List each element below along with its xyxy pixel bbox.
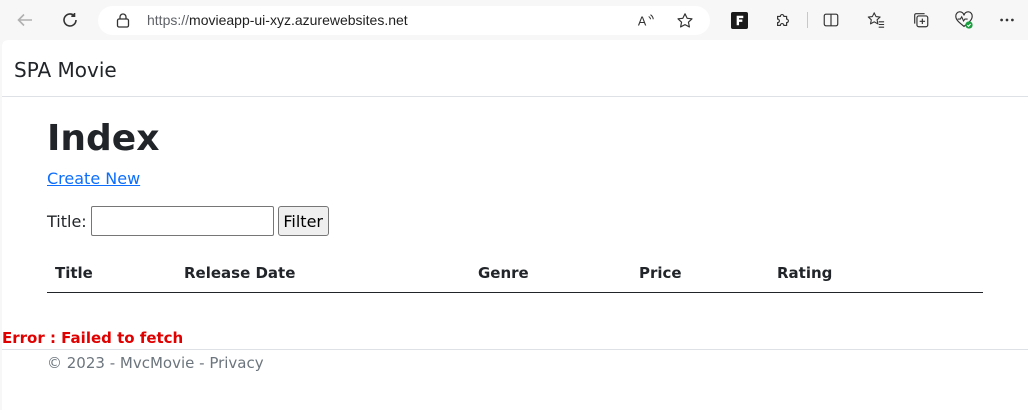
title-filter-label: Title:: [47, 211, 87, 231]
split-screen-icon[interactable]: [820, 9, 842, 31]
refresh-icon: [63, 13, 77, 27]
privacy-link[interactable]: Privacy: [209, 354, 263, 372]
column-header-genre: Genre: [478, 264, 529, 282]
page-viewport: SPA Movie Index Create New Title: Filter…: [2, 40, 1028, 410]
url-text[interactable]: https://movieapp-ui-xyz.azurewebsites.ne…: [147, 12, 408, 28]
collections-icon[interactable]: [910, 9, 932, 31]
page-title: Index: [47, 118, 160, 159]
svg-text:A: A: [638, 15, 647, 29]
refresh-button[interactable]: [56, 6, 84, 34]
site-header: SPA Movie: [2, 40, 1028, 97]
favorite-star-icon[interactable]: [675, 11, 695, 31]
column-header-rating: Rating: [777, 264, 833, 282]
title-filter-input[interactable]: [90, 206, 274, 236]
read-aloud-icon[interactable]: A: [636, 11, 656, 31]
footer-text: © 2023 - MvcMovie - Privacy: [47, 354, 264, 372]
back-button[interactable]: [11, 6, 39, 34]
movies-table-header: Title Release Date Genre Price Rating: [47, 255, 983, 293]
toolbar-divider: [807, 12, 808, 28]
favorites-icon[interactable]: [865, 9, 887, 31]
browser-toolbar: https://movieapp-ui-xyz.azurewebsites.ne…: [0, 0, 1028, 40]
copyright-text: © 2023 - MvcMovie -: [47, 354, 210, 372]
extension-icon[interactable]: [728, 9, 750, 31]
filter-button[interactable]: Filter: [277, 206, 329, 236]
lock-icon[interactable]: [116, 13, 130, 28]
address-bar[interactable]: https://movieapp-ui-xyz.azurewebsites.ne…: [98, 6, 710, 35]
performance-icon[interactable]: [953, 9, 975, 31]
column-header-title: Title: [55, 264, 93, 282]
create-new-link[interactable]: Create New: [47, 169, 140, 188]
puzzle-icon[interactable]: [772, 9, 794, 31]
back-icon: [17, 13, 32, 27]
column-header-release-date: Release Date: [184, 264, 296, 282]
site-footer: © 2023 - MvcMovie - Privacy: [2, 349, 1028, 410]
brand-link[interactable]: SPA Movie: [14, 58, 117, 82]
filter-form: Title: Filter: [47, 205, 329, 237]
error-message: Error : Failed to fetch: [2, 329, 184, 347]
column-header-price: Price: [639, 264, 682, 282]
more-icon[interactable]: [996, 9, 1018, 31]
